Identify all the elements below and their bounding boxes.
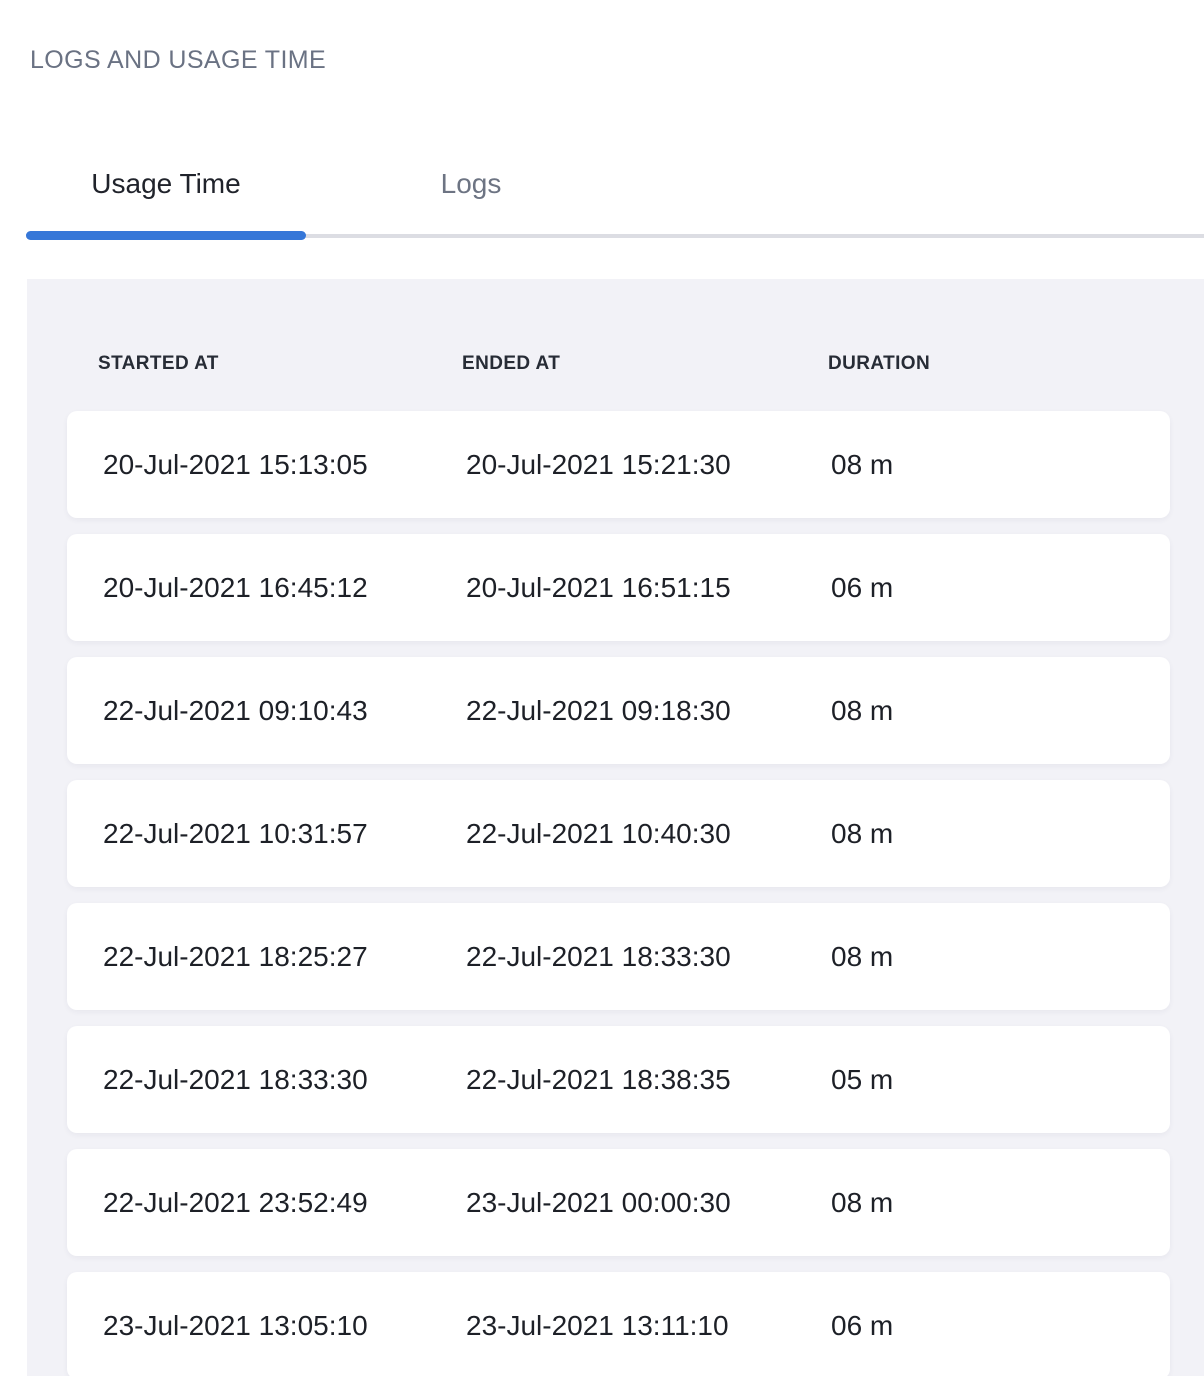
cell-duration: 08 m xyxy=(831,941,1170,973)
tab-logs-label: Logs xyxy=(441,166,502,202)
cell-duration: 06 m xyxy=(831,572,1170,604)
tab-usage-time[interactable]: Usage Time xyxy=(26,166,306,238)
cell-started-at: 22-Jul-2021 18:25:27 xyxy=(103,941,466,973)
cell-ended-at: 22-Jul-2021 10:40:30 xyxy=(466,818,831,850)
column-header-duration: DURATION xyxy=(828,353,1170,375)
cell-duration: 05 m xyxy=(831,1064,1170,1096)
tab-logs[interactable]: Logs xyxy=(306,166,636,238)
cell-duration: 06 m xyxy=(831,1310,1170,1342)
table-header-row: STARTED AT ENDED AT DURATION xyxy=(67,353,1170,375)
cell-ended-at: 23-Jul-2021 13:11:10 xyxy=(466,1310,831,1342)
table-row: 22-Jul-2021 09:10:43 22-Jul-2021 09:18:3… xyxy=(67,657,1170,764)
table-row: 20-Jul-2021 16:45:12 20-Jul-2021 16:51:1… xyxy=(67,534,1170,641)
cell-duration: 08 m xyxy=(831,1187,1170,1219)
table-row: 22-Jul-2021 10:31:57 22-Jul-2021 10:40:3… xyxy=(67,780,1170,887)
column-header-started-at: STARTED AT xyxy=(98,353,462,375)
cell-started-at: 20-Jul-2021 15:13:05 xyxy=(103,449,466,481)
usage-time-panel: STARTED AT ENDED AT DURATION 20-Jul-2021… xyxy=(27,279,1204,1376)
cell-ended-at: 22-Jul-2021 09:18:30 xyxy=(466,695,831,727)
cell-started-at: 22-Jul-2021 23:52:49 xyxy=(103,1187,466,1219)
table-row: 22-Jul-2021 18:25:27 22-Jul-2021 18:33:3… xyxy=(67,903,1170,1010)
tab-usage-time-label: Usage Time xyxy=(91,166,240,202)
cell-ended-at: 22-Jul-2021 18:33:30 xyxy=(466,941,831,973)
table-row: 23-Jul-2021 13:05:10 23-Jul-2021 13:11:1… xyxy=(67,1272,1170,1376)
cell-ended-at: 20-Jul-2021 16:51:15 xyxy=(466,572,831,604)
active-tab-indicator xyxy=(26,231,306,240)
cell-duration: 08 m xyxy=(831,695,1170,727)
cell-ended-at: 23-Jul-2021 00:00:30 xyxy=(466,1187,831,1219)
cell-ended-at: 20-Jul-2021 15:21:30 xyxy=(466,449,831,481)
cell-started-at: 22-Jul-2021 18:33:30 xyxy=(103,1064,466,1096)
tab-bar: Usage Time Logs xyxy=(26,166,1204,238)
cell-duration: 08 m xyxy=(831,449,1170,481)
cell-duration: 08 m xyxy=(831,818,1170,850)
cell-started-at: 22-Jul-2021 10:31:57 xyxy=(103,818,466,850)
table-row: 22-Jul-2021 18:33:30 22-Jul-2021 18:38:3… xyxy=(67,1026,1170,1133)
column-header-ended-at: ENDED AT xyxy=(462,353,828,375)
page-title: LOGS AND USAGE TIME xyxy=(30,46,1204,75)
table-row: 22-Jul-2021 23:52:49 23-Jul-2021 00:00:3… xyxy=(67,1149,1170,1256)
usage-table-body: 20-Jul-2021 15:13:05 20-Jul-2021 15:21:3… xyxy=(67,411,1170,1376)
cell-started-at: 20-Jul-2021 16:45:12 xyxy=(103,572,466,604)
cell-started-at: 22-Jul-2021 09:10:43 xyxy=(103,695,466,727)
table-row: 20-Jul-2021 15:13:05 20-Jul-2021 15:21:3… xyxy=(67,411,1170,518)
cell-started-at: 23-Jul-2021 13:05:10 xyxy=(103,1310,466,1342)
cell-ended-at: 22-Jul-2021 18:38:35 xyxy=(466,1064,831,1096)
